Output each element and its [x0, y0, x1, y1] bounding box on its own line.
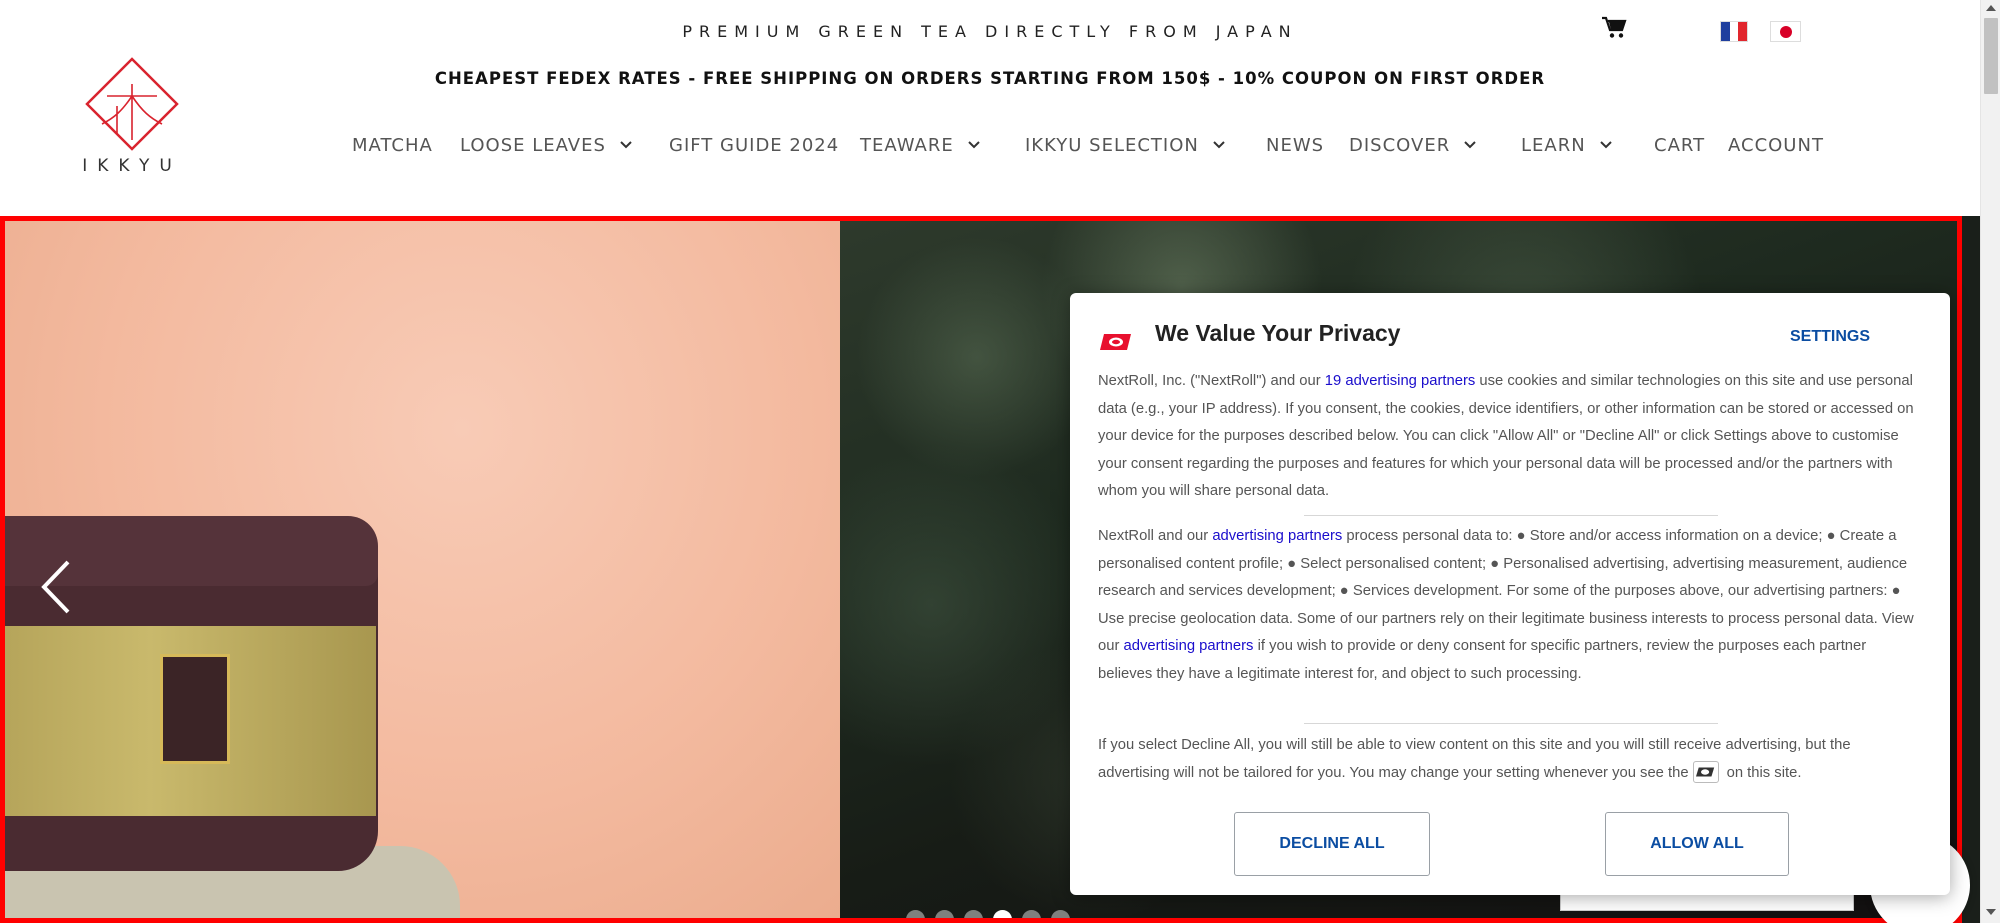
scrollbar[interactable] — [1980, 0, 2000, 923]
consent-purposes-text: NextRoll and our advertising partners pr… — [1098, 523, 1924, 688]
chevron-down-icon — [1599, 141, 1612, 149]
slide-dots — [906, 910, 1070, 923]
nav-label: ACCOUNT — [1728, 134, 1824, 156]
decline-all-button[interactable]: DECLINE ALL — [1234, 812, 1430, 876]
nav-label: CART — [1654, 134, 1706, 156]
nav-loose-leaves[interactable]: LOOSE LEAVES — [460, 135, 669, 156]
promo-banner: CHEAPEST FEDEX RATES - FREE SHIPPING ON … — [434, 69, 1546, 88]
nav-account[interactable]: ACCOUNT — [1728, 135, 1824, 156]
nav-label: LOOSE LEAVES — [460, 134, 606, 156]
divider — [1304, 515, 1718, 516]
nav-discover[interactable]: DISCOVER — [1349, 135, 1521, 156]
scroll-thumb[interactable] — [1984, 18, 1998, 94]
nav-learn[interactable]: LEARN — [1521, 135, 1654, 156]
nav-label: DISCOVER — [1349, 134, 1451, 156]
next-slide-peek — [1962, 216, 1980, 923]
text: process personal data to: ● Store and/or… — [1098, 528, 1914, 654]
nav-matcha[interactable]: MATCHA — [352, 135, 460, 156]
slide-dot-active[interactable] — [993, 910, 1012, 923]
allow-all-button[interactable]: ALLOW ALL — [1605, 812, 1789, 876]
cart-icon[interactable] — [1601, 16, 1627, 40]
nextroll-settings-icon — [1692, 760, 1719, 783]
text: NextRoll and our — [1098, 528, 1213, 544]
chevron-left-icon[interactable] — [40, 559, 72, 615]
nav-label: MATCHA — [352, 134, 433, 156]
slide-dot[interactable] — [1051, 910, 1070, 923]
text: use cookies and similar technologies on … — [1098, 373, 1914, 499]
nav-label: GIFT GUIDE 2024 — [669, 134, 840, 156]
divider — [1304, 723, 1718, 724]
nav-label: NEWS — [1266, 134, 1325, 156]
nav-news[interactable]: NEWS — [1266, 135, 1349, 156]
nav-teaware[interactable]: TEAWARE — [860, 135, 1025, 156]
slide-dot[interactable] — [935, 910, 954, 923]
text: on this site. — [1726, 764, 1802, 781]
slide-dot[interactable] — [1022, 910, 1041, 923]
nav-gift-guide[interactable]: GIFT GUIDE 2024 — [669, 135, 860, 156]
advertising-partners-link[interactable]: advertising partners — [1212, 528, 1342, 544]
advertising-partners-link[interactable]: advertising partners — [1124, 638, 1254, 654]
chevron-down-icon — [1464, 141, 1476, 149]
chevron-down-icon — [968, 141, 980, 149]
advertising-partners-link[interactable]: 19 advertising partners — [1325, 373, 1476, 389]
nextroll-logo-icon — [1100, 334, 1131, 350]
slide-dot[interactable] — [906, 910, 925, 923]
privacy-consent-dialog: We Value Your Privacy SETTINGS NextRoll,… — [1070, 293, 1950, 895]
main-nav: MATCHA LOOSE LEAVES GIFT GUIDE 2024 TEAW… — [352, 132, 1824, 158]
logo-wordmark: IKKYU — [82, 156, 182, 176]
dialog-title: We Value Your Privacy — [1155, 320, 1401, 346]
consent-decline-text: If you select Decline All, you will stil… — [1098, 732, 1924, 787]
nav-ikkyu-selection[interactable]: IKKYU SELECTION — [1025, 135, 1266, 156]
chevron-down-icon — [620, 141, 632, 149]
newsletter-widget[interactable] — [1560, 893, 1854, 911]
fr-flag-icon[interactable] — [1720, 21, 1748, 42]
page: PREMIUM GREEN TEA DIRECTLY FROM JAPAN CH… — [0, 0, 2000, 923]
jp-flag-icon[interactable] — [1770, 21, 1801, 42]
tagline: PREMIUM GREEN TEA DIRECTLY FROM JAPAN — [682, 22, 1298, 41]
text: NextRoll, Inc. ("NextRoll") and our — [1098, 373, 1325, 389]
scroll-up-arrow-icon[interactable] — [1986, 5, 1996, 11]
nav-cart[interactable]: CART — [1654, 135, 1728, 156]
nav-label: IKKYU SELECTION — [1025, 134, 1199, 156]
slide-dot[interactable] — [964, 910, 983, 923]
scroll-down-arrow-icon[interactable] — [1986, 909, 1996, 915]
chevron-down-icon — [1213, 141, 1225, 149]
matcha-tin-label — [160, 654, 230, 764]
consent-intro-text: NextRoll, Inc. ("NextRoll") and our 19 a… — [1098, 368, 1924, 506]
nav-label: LEARN — [1521, 134, 1586, 156]
nav-label: TEAWARE — [860, 134, 954, 156]
settings-button[interactable]: SETTINGS — [1776, 323, 1884, 351]
